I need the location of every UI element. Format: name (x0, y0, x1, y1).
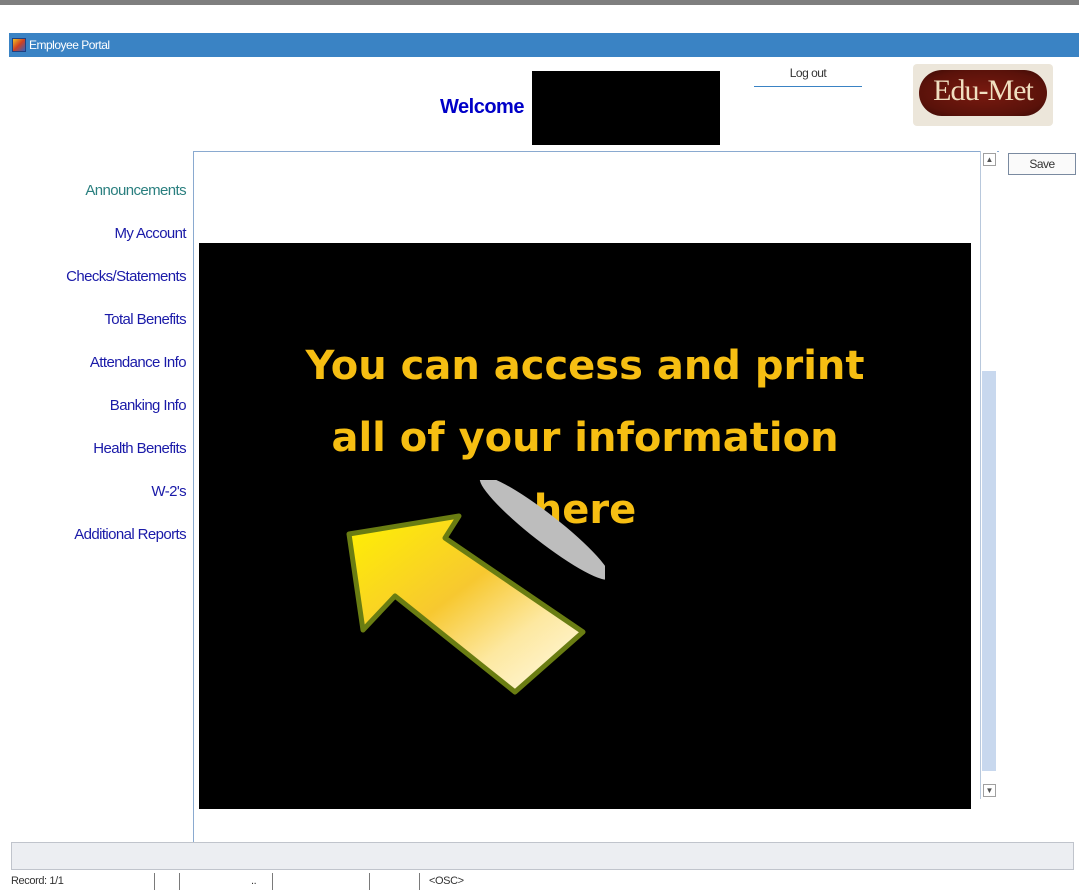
callout-line-2: all of your information (331, 415, 839, 461)
sidebar-item-w2s[interactable]: W-2's (0, 477, 186, 520)
scroll-thumb[interactable] (982, 371, 996, 771)
sidebar-item-total-benefits[interactable]: Total Benefits (0, 305, 186, 348)
scroll-up-arrow-icon[interactable]: ▲ (983, 153, 996, 166)
sidebar-item-attendance-info[interactable]: Attendance Info (0, 348, 187, 391)
sidebar-item-banking-info[interactable]: Banking Info (0, 391, 187, 434)
welcome-text: Welcome (440, 96, 524, 118)
callout-line-1: You can access and print (305, 343, 865, 389)
sidebar-item-checks-statements[interactable]: Checks/Statements (0, 262, 186, 305)
edu-met-logo: Edu-Met (913, 64, 1053, 126)
sidebar-item-health-benefits[interactable]: Health Benefits (0, 434, 186, 477)
content-scrollbar[interactable]: ▲ ▼ (980, 151, 997, 799)
app-icon (12, 38, 26, 52)
status-ellipsis: .. (251, 875, 257, 887)
window-titlebar: Employee Portal (9, 33, 1079, 57)
status-divider (154, 873, 155, 890)
sidebar-nav: Announcements My Account Checks/Statemen… (0, 176, 186, 563)
save-button[interactable]: Save (1008, 153, 1076, 175)
status-mode: <OSC> (429, 875, 464, 887)
sidebar-item-my-account[interactable]: My Account (0, 219, 186, 262)
logout-button[interactable]: Log out (754, 63, 862, 87)
status-divider (369, 873, 370, 890)
logo-text: Edu-Met (933, 74, 1034, 107)
window-title: Employee Portal (29, 38, 110, 52)
status-divider (272, 873, 273, 890)
redacted-user-name (532, 71, 720, 145)
status-divider (179, 873, 180, 890)
record-count: Record: 1/1 (11, 875, 64, 887)
window-top-border (0, 0, 1079, 5)
scroll-down-arrow-icon[interactable]: ▼ (983, 784, 996, 797)
callout-banner: You can access and print all of your inf… (199, 243, 971, 809)
status-bar: Record: 1/1 .. <OSC> (9, 873, 1079, 890)
pointing-arrow-icon (346, 480, 605, 695)
sidebar-item-announcements[interactable]: Announcements (0, 176, 186, 219)
bottom-panel (11, 842, 1074, 870)
status-divider (419, 873, 420, 890)
sidebar-item-additional-reports[interactable]: Additional Reports (0, 520, 186, 563)
